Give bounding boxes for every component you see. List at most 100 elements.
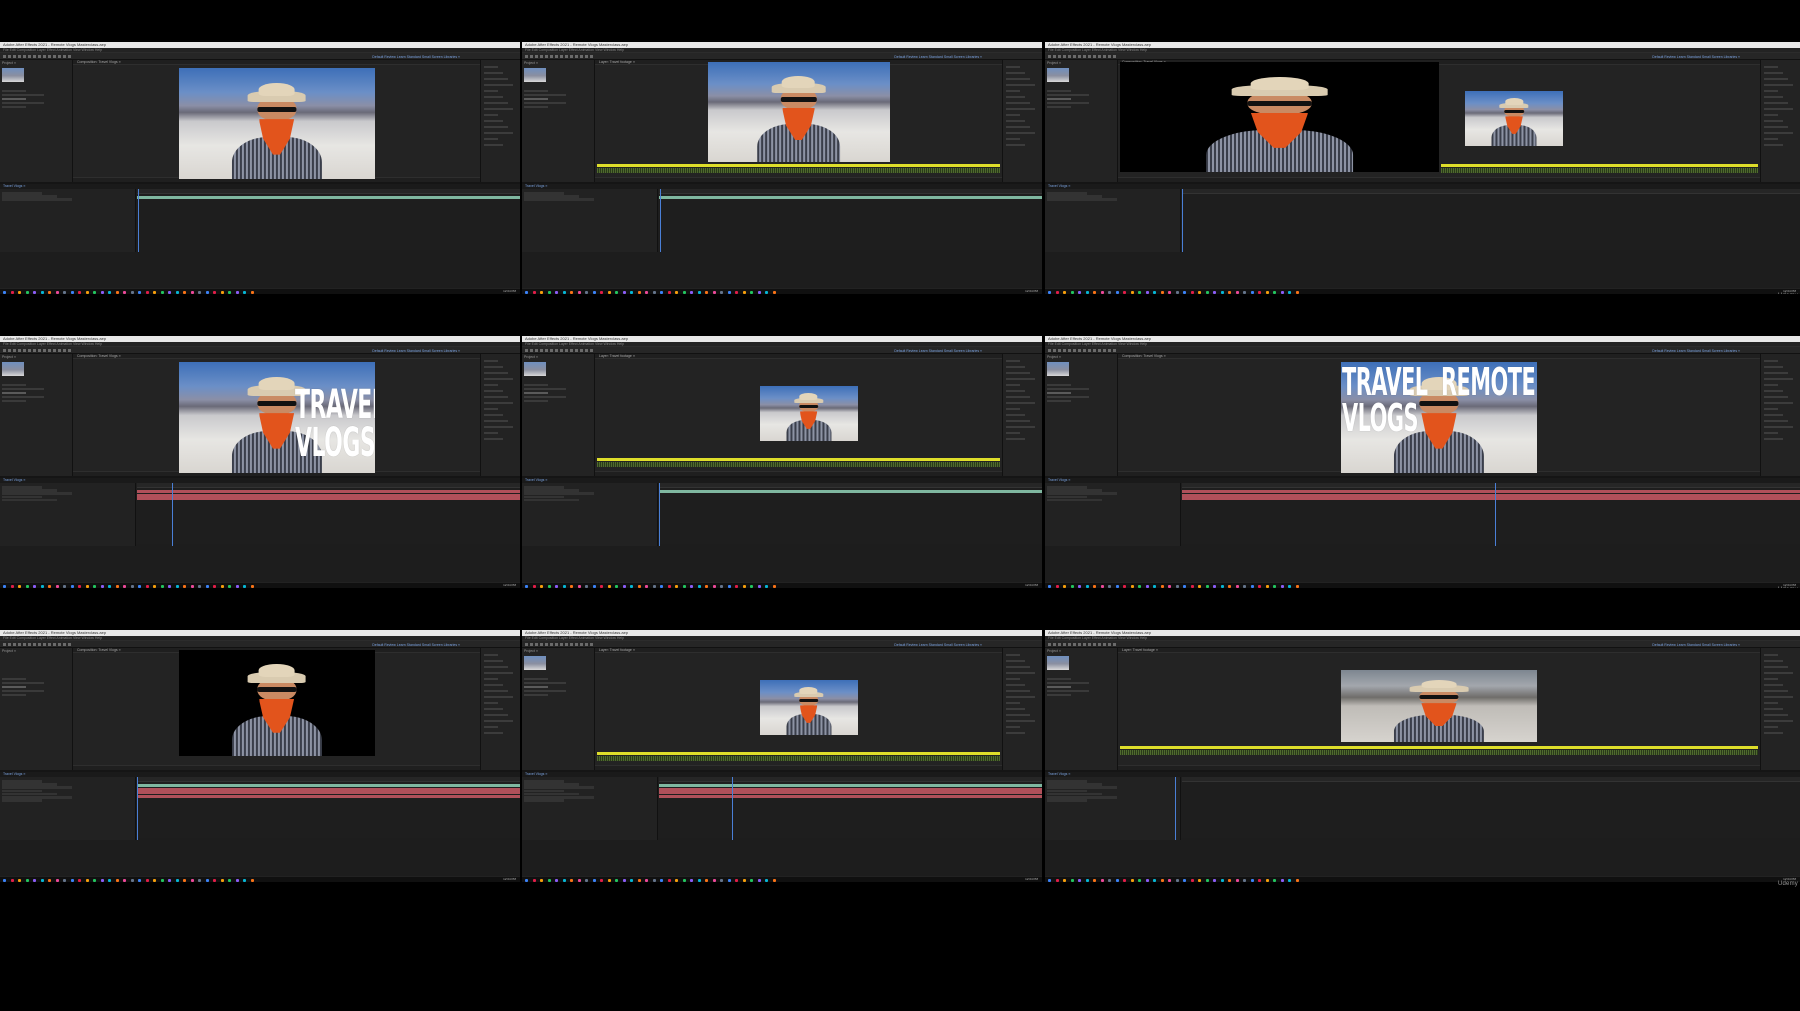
tool-icon[interactable]: [1098, 55, 1101, 58]
project-item[interactable]: [2, 90, 26, 92]
property-row[interactable]: [1764, 402, 1793, 404]
timeline-playhead[interactable]: [1175, 777, 1176, 840]
property-row[interactable]: [484, 390, 503, 392]
property-row[interactable]: [1764, 390, 1783, 392]
taskbar-app-icon[interactable]: [123, 878, 126, 882]
tool-icon[interactable]: [530, 643, 533, 646]
tool-icon[interactable]: [48, 349, 51, 352]
timeline-layer-row[interactable]: [524, 786, 594, 789]
workspace-switcher[interactable]: Default Review Learn Standard Small Scre…: [372, 55, 460, 59]
property-row[interactable]: [1764, 438, 1783, 440]
time-ruler[interactable]: [137, 189, 520, 194]
timeline-playhead[interactable]: [660, 189, 661, 252]
properties-panel[interactable]: [1760, 354, 1800, 476]
composition-viewer[interactable]: Composition: Travel Vlogs ≡: [73, 60, 480, 182]
tool-icon[interactable]: [1078, 349, 1081, 352]
property-row[interactable]: [484, 684, 503, 686]
timeline-layer-list[interactable]: [1045, 189, 1181, 252]
property-row[interactable]: [484, 708, 503, 710]
taskbar-app-icon[interactable]: [1198, 878, 1201, 882]
property-row[interactable]: [1764, 78, 1788, 80]
workspace-switcher[interactable]: Default Review Learn Standard Small Scre…: [372, 643, 460, 647]
tool-icon[interactable]: [28, 55, 31, 58]
tool-icon[interactable]: [3, 643, 6, 646]
property-row[interactable]: [1006, 72, 1025, 74]
viewer-tabs[interactable]: Layer: Travel footage ≡: [1118, 648, 1760, 653]
property-row[interactable]: [1764, 672, 1793, 674]
tool-icon[interactable]: [1113, 55, 1116, 58]
timeline-layer-row[interactable]: [1047, 192, 1087, 195]
tool-icon[interactable]: [43, 55, 46, 58]
taskbar-app-icon[interactable]: [720, 878, 723, 882]
workspace-switcher[interactable]: Default Review Learn Standard Small Scre…: [894, 643, 982, 647]
taskbar-app-icon[interactable]: [630, 878, 633, 882]
tool-icon[interactable]: [545, 55, 548, 58]
tools-panel[interactable]: Default Review Learn Standard Small Scre…: [0, 347, 520, 354]
layer-timeline-track[interactable]: [597, 462, 1000, 467]
property-row[interactable]: [484, 102, 508, 104]
property-row[interactable]: [1764, 654, 1778, 656]
property-row[interactable]: [1006, 690, 1030, 692]
taskbar-app-icon[interactable]: [667, 878, 671, 882]
time-ruler[interactable]: [1182, 189, 1800, 194]
tool-icon[interactable]: [1063, 55, 1066, 58]
property-row[interactable]: [1006, 654, 1020, 656]
tool-icon[interactable]: [1083, 55, 1086, 58]
tool-icon[interactable]: [575, 349, 578, 352]
project-item[interactable]: [2, 694, 26, 696]
taskbar-app-icon[interactable]: [1115, 878, 1119, 882]
tool-icon[interactable]: [3, 55, 6, 58]
taskbar-app-icon[interactable]: [1205, 878, 1209, 882]
timeline-layer-row[interactable]: [1047, 786, 1117, 789]
tool-icon[interactable]: [555, 55, 558, 58]
project-item[interactable]: [2, 678, 26, 680]
tool-icon[interactable]: [1113, 349, 1116, 352]
project-tab[interactable]: Project ≡: [524, 649, 538, 653]
tool-icon[interactable]: [1078, 55, 1081, 58]
project-panel[interactable]: Project ≡: [1045, 354, 1118, 476]
tool-icon[interactable]: [1063, 349, 1066, 352]
work-area-bar[interactable]: [1120, 746, 1758, 749]
time-ruler[interactable]: [659, 189, 1042, 194]
taskbar-app-icon[interactable]: [562, 878, 566, 882]
tool-icon[interactable]: [8, 643, 11, 646]
project-item[interactable]: [1047, 98, 1071, 100]
project-panel[interactable]: Project ≡: [0, 60, 73, 182]
tool-icon[interactable]: [555, 349, 558, 352]
workspace-switcher[interactable]: Default Review Learn Standard Small Scre…: [1652, 349, 1740, 353]
taskbar-app-icon[interactable]: [1258, 878, 1261, 882]
property-row[interactable]: [484, 678, 498, 680]
property-row[interactable]: [1006, 672, 1035, 674]
tool-icon[interactable]: [1073, 349, 1076, 352]
property-row[interactable]: [1006, 126, 1030, 128]
project-item[interactable]: [1047, 106, 1071, 108]
timeline-playhead[interactable]: [732, 777, 733, 840]
taskbar-app-icon[interactable]: [1265, 878, 1269, 882]
taskbar-app-icon[interactable]: [750, 878, 753, 882]
taskbar-app-icon[interactable]: [1295, 878, 1299, 882]
project-panel[interactable]: Project ≡: [0, 354, 73, 476]
tool-icon[interactable]: [28, 643, 31, 646]
viewer-tabs[interactable]: Composition: Travel Vlogs ≡: [73, 60, 480, 65]
timeline-layer-row[interactable]: [524, 498, 579, 502]
property-row[interactable]: [1764, 360, 1778, 362]
taskbar-app-icon[interactable]: [33, 878, 36, 882]
viewer-tab-label[interactable]: Composition: Travel Vlogs ≡: [73, 60, 480, 65]
property-row[interactable]: [1764, 120, 1783, 122]
timeline-layer-row[interactable]: [1047, 783, 1102, 786]
taskbar-app-icon[interactable]: [130, 878, 134, 882]
project-tab[interactable]: Project ≡: [524, 61, 538, 65]
timeline-layer-row[interactable]: [524, 195, 579, 198]
property-row[interactable]: [484, 96, 503, 98]
project-item[interactable]: [2, 384, 26, 386]
property-row[interactable]: [484, 66, 498, 68]
tool-icon[interactable]: [535, 349, 538, 352]
property-row[interactable]: [484, 714, 508, 716]
project-item[interactable]: [1047, 400, 1071, 402]
properties-panel[interactable]: [1002, 648, 1042, 770]
property-row[interactable]: [484, 726, 498, 728]
tool-icon[interactable]: [540, 55, 543, 58]
tool-icon[interactable]: [1073, 55, 1076, 58]
property-row[interactable]: [484, 132, 513, 134]
tool-icon[interactable]: [545, 643, 548, 646]
